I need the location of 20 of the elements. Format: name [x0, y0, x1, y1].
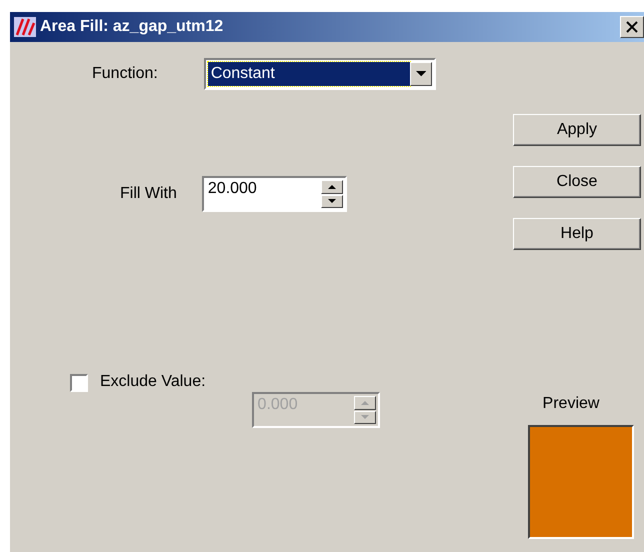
preview-label: Preview — [542, 395, 600, 413]
close-icon[interactable] — [620, 16, 644, 38]
fill-with-spinner[interactable]: 20.000 — [202, 176, 347, 212]
dialog-button[interactable]: Close — [513, 166, 641, 198]
fill-with-label: Fill With — [120, 185, 177, 203]
spin-up-button[interactable] — [320, 180, 343, 194]
dialog-button[interactable]: Help — [513, 218, 641, 250]
up-arrow-icon — [360, 400, 369, 405]
down-arrow-icon — [360, 415, 369, 420]
exclude-value-label: Exclude Value: — [100, 373, 206, 391]
down-arrow-icon — [416, 71, 426, 77]
app-icon — [14, 17, 36, 37]
up-arrow-icon — [328, 184, 336, 189]
function-dropdown[interactable]: Constant — [204, 58, 436, 90]
dropdown-button[interactable] — [410, 62, 432, 86]
spin-down-button[interactable] — [320, 194, 343, 208]
down-arrow-icon — [328, 199, 336, 204]
window-title: Area Fill: az_gap_utm12 — [40, 18, 224, 36]
dialog-button[interactable]: Apply — [513, 114, 641, 146]
function-label: Function: — [92, 65, 158, 83]
